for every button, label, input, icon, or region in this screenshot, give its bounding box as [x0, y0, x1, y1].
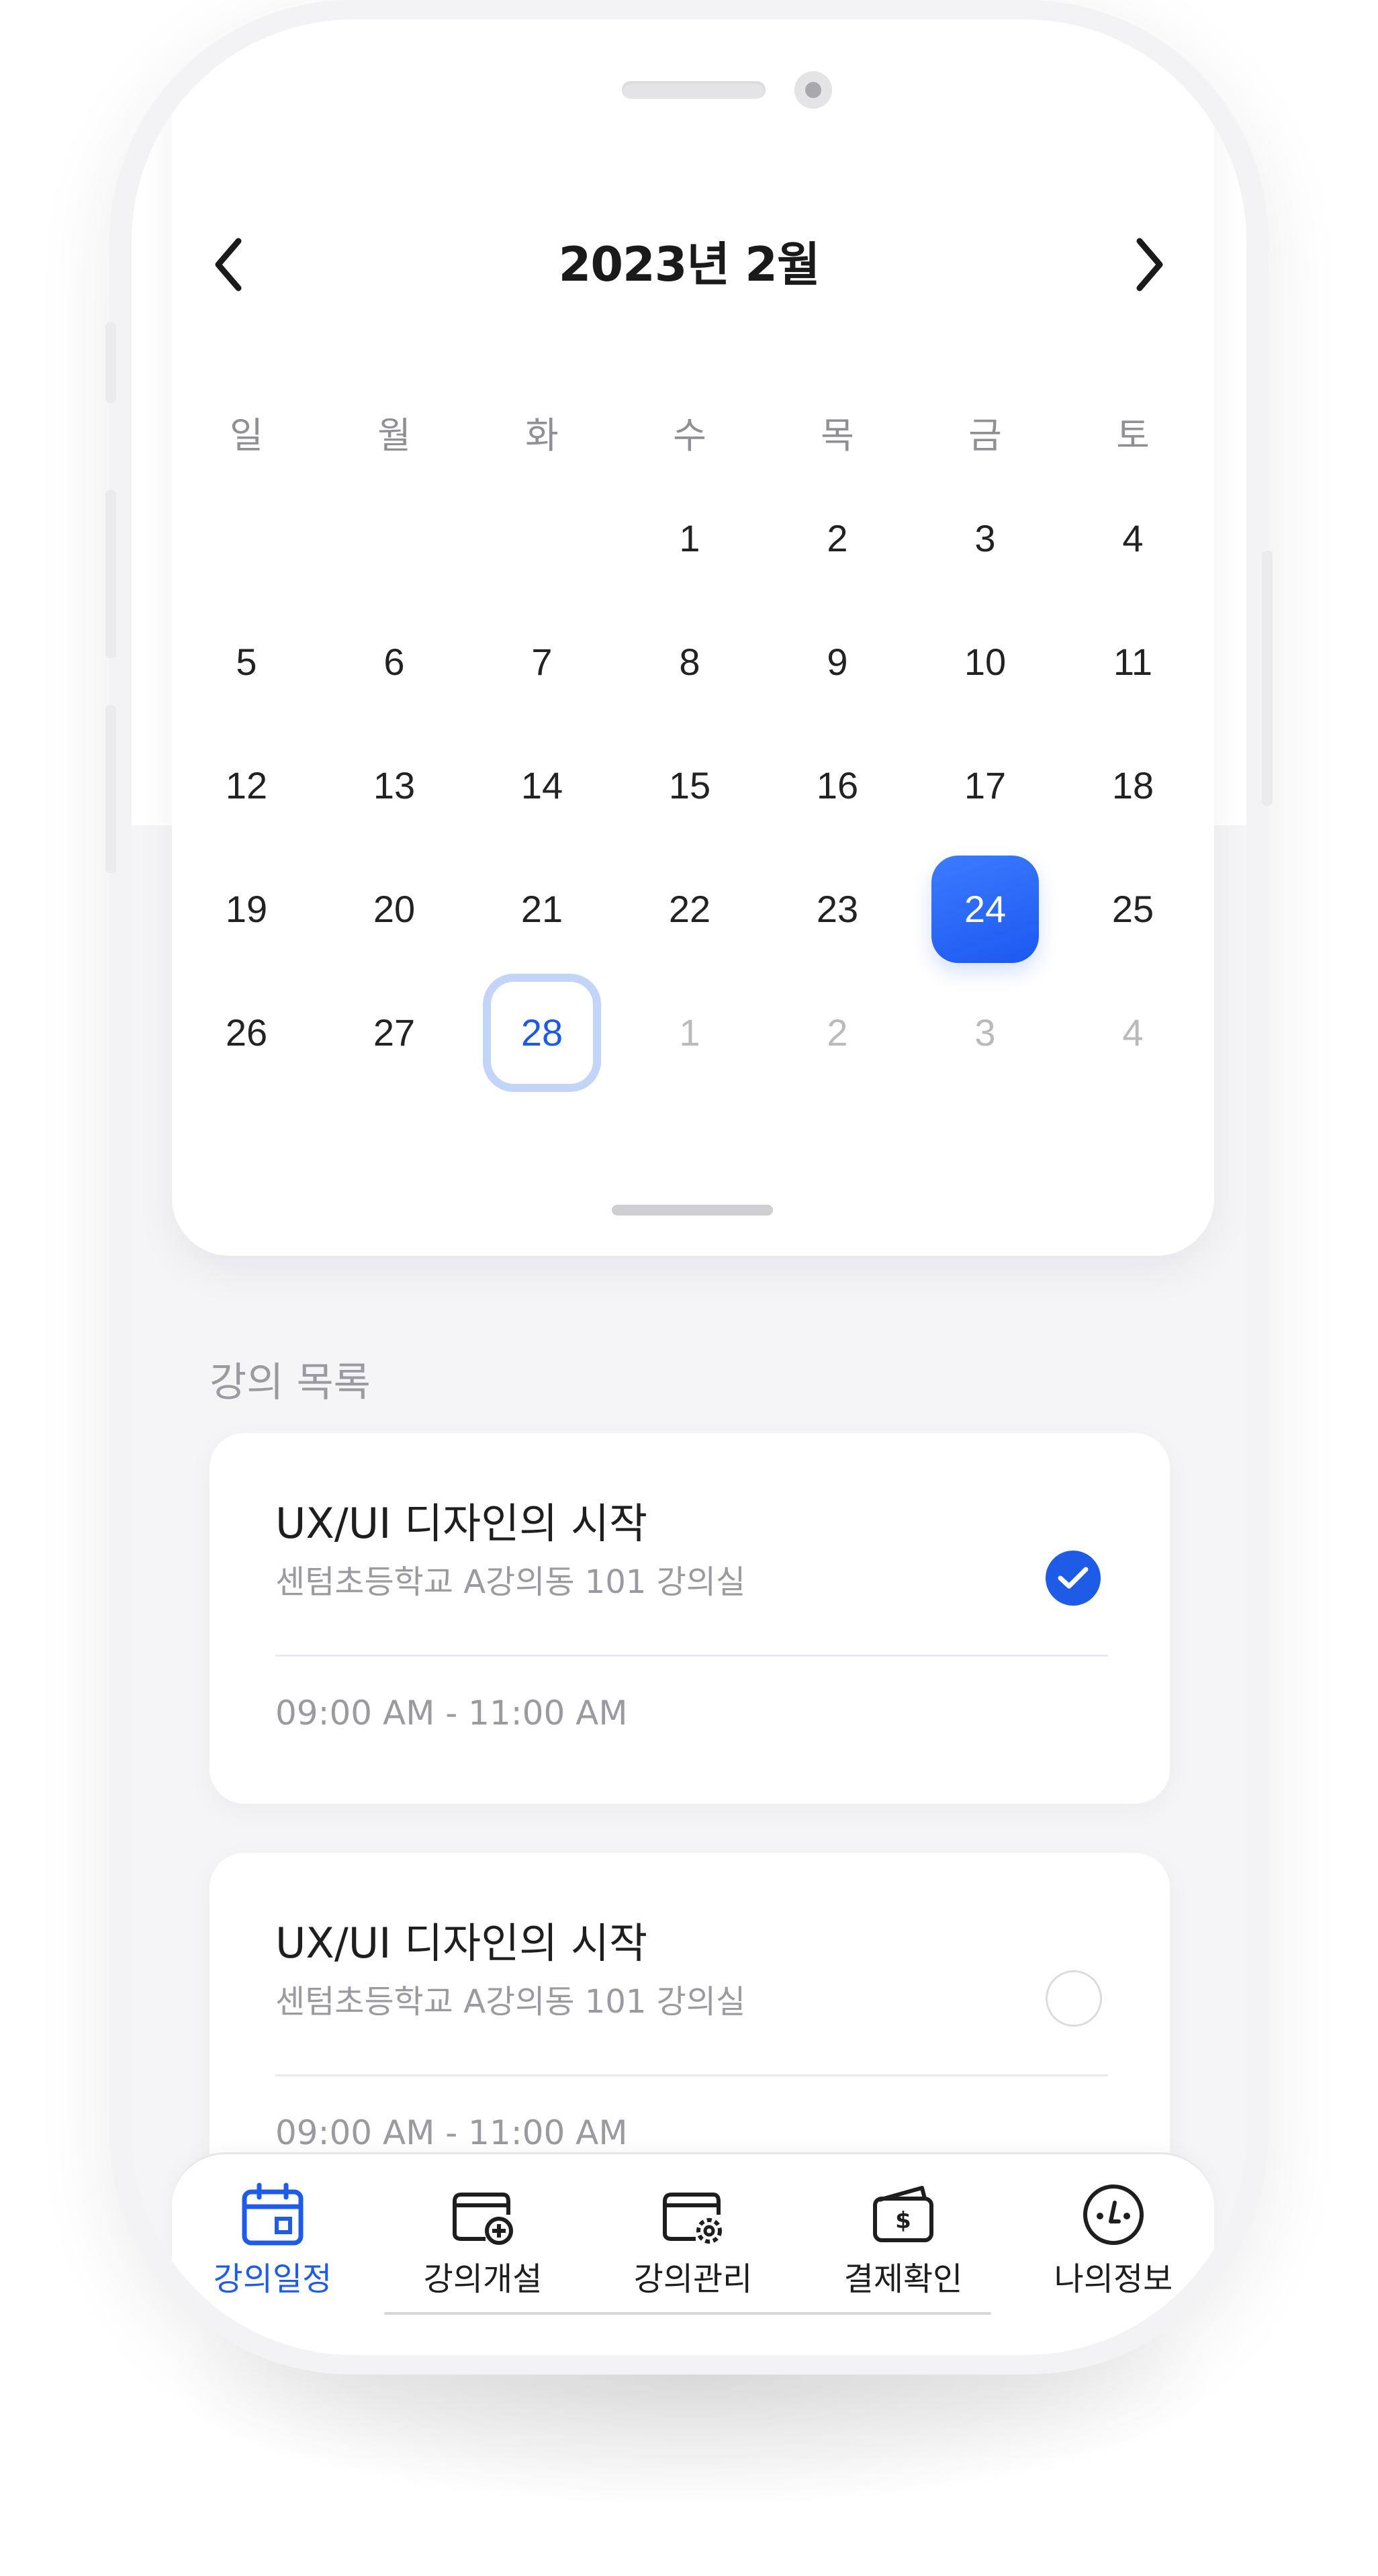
day-cell-other-month[interactable]: 1 — [636, 996, 743, 1070]
day-cell[interactable]: 26 — [193, 996, 300, 1070]
lecture-time: 09:00 AM - 11:00 AM — [275, 1694, 628, 1733]
day-cell[interactable]: 13 — [340, 749, 448, 823]
wallet-add-icon — [453, 2193, 513, 2245]
card-divider — [275, 2074, 1108, 2076]
day-cell[interactable]: 7 — [488, 625, 596, 699]
weekday-label: 금 — [968, 414, 1002, 457]
calendar-drag-handle[interactable] — [612, 1205, 773, 1215]
lecture-checkbox-checked[interactable] — [1046, 1551, 1101, 1606]
card-divider — [275, 1655, 1108, 1657]
lecture-location: 센텀초등학교 A강의동 101 강의실 — [275, 1563, 746, 1601]
day-cell[interactable]: 3 — [931, 502, 1039, 576]
tab-manage-lecture[interactable]: 강의관리 — [592, 2181, 794, 2315]
side-button-mute — [105, 322, 116, 403]
lecture-time: 09:00 AM - 11:00 AM — [275, 2113, 628, 2152]
day-cell[interactable]: 1 — [636, 502, 743, 576]
weekday-label: 수 — [673, 414, 706, 457]
day-cell[interactable]: 6 — [340, 625, 448, 699]
day-cell[interactable]: 17 — [931, 749, 1039, 823]
side-button-volume-down — [105, 705, 116, 873]
tab-label: 강의관리 — [633, 2260, 753, 2298]
profile-icon — [1083, 2184, 1144, 2245]
day-cell[interactable]: 5 — [193, 625, 300, 699]
day-cell-other-month[interactable]: 2 — [784, 996, 891, 1070]
day-cell[interactable]: 22 — [636, 872, 743, 946]
weekday-label: 월 — [377, 414, 411, 457]
day-cell[interactable]: 2 — [784, 502, 891, 576]
day-cell[interactable]: 16 — [784, 749, 891, 823]
front-camera — [794, 71, 832, 109]
calendar-icon — [242, 2182, 304, 2246]
tab-payment[interactable]: $ 결제확인 — [802, 2181, 1004, 2315]
tab-label: 결제확인 — [843, 2260, 963, 2298]
day-cell[interactable]: 4 — [1079, 502, 1187, 576]
day-cell-other-month[interactable]: 3 — [931, 996, 1039, 1070]
lecture-card[interactable]: UX/UI 디자인의 시작 센텀초등학교 A강의동 101 강의실 09:00 … — [210, 1433, 1170, 1804]
wallet-dollar-icon: $ — [873, 2186, 933, 2242]
next-month-button[interactable] — [1119, 234, 1179, 295]
tab-label: 나의정보 — [1054, 2260, 1173, 2298]
lecture-list-title: 강의 목록 — [210, 1359, 371, 1406]
chevron-left-icon — [215, 238, 242, 291]
tab-label: 강의일정 — [213, 2260, 332, 2298]
day-cell[interactable]: 19 — [193, 872, 300, 946]
day-cell[interactable]: 8 — [636, 625, 743, 699]
side-button-power — [1262, 551, 1273, 806]
weekday-label: 일 — [230, 414, 263, 457]
day-cell[interactable]: 18 — [1079, 749, 1187, 823]
weekday-label: 토 — [1116, 414, 1150, 457]
day-cell[interactable]: 11 — [1079, 625, 1187, 699]
day-cell[interactable]: 12 — [193, 749, 300, 823]
day-cell[interactable]: 21 — [488, 872, 596, 946]
wallet-settings-icon — [663, 2193, 722, 2244]
weekday-label: 화 — [525, 414, 559, 457]
day-cell[interactable]: 27 — [340, 996, 448, 1070]
speaker-grille — [622, 81, 766, 99]
app-screen: 2023년 2월 일월화수목금토 1 2 3 4 5 6 7 8 9 10 11 12 13 14 15 16… — [132, 19, 1246, 2355]
bottom-tab-bar: 강의일정 강의개설 강의관리 $ 결제확인 나의정보 — [172, 2152, 1214, 2355]
home-indicator — [384, 2312, 991, 2315]
day-cell[interactable]: 25 — [1079, 872, 1187, 946]
day-cell[interactable]: 15 — [636, 749, 743, 823]
day-cell[interactable]: 23 — [784, 872, 891, 946]
day-cell-other-month[interactable]: 4 — [1079, 996, 1187, 1070]
day-cell[interactable]: 14 — [488, 749, 596, 823]
check-icon — [1058, 1567, 1089, 1589]
side-button-volume-up — [105, 490, 116, 658]
lecture-title: UX/UI 디자인의 시작 — [275, 1499, 648, 1548]
tab-my-info[interactable]: 나의정보 — [1013, 2181, 1214, 2315]
weekday-label: 목 — [821, 414, 854, 457]
day-cell-selected[interactable]: 24 — [931, 856, 1039, 963]
lecture-checkbox-unchecked[interactable] — [1046, 1970, 1102, 2027]
svg-text:$: $ — [895, 2207, 911, 2234]
day-cell[interactable]: 9 — [784, 625, 891, 699]
day-cell-today[interactable]: 28 — [483, 974, 601, 1092]
month-title: 2023년 2월 — [558, 237, 821, 292]
day-cell[interactable]: 10 — [931, 625, 1039, 699]
lecture-location: 센텀초등학교 A강의동 101 강의실 — [275, 1983, 746, 2021]
tab-open-lecture[interactable]: 강의개설 — [382, 2181, 584, 2315]
chevron-right-icon — [1136, 238, 1163, 291]
lecture-title: UX/UI 디자인의 시작 — [275, 1919, 648, 1968]
tab-schedule[interactable]: 강의일정 — [172, 2181, 373, 2315]
tab-label: 강의개설 — [423, 2260, 543, 2298]
day-cell[interactable]: 20 — [340, 872, 448, 946]
prev-month-button[interactable] — [199, 234, 259, 295]
